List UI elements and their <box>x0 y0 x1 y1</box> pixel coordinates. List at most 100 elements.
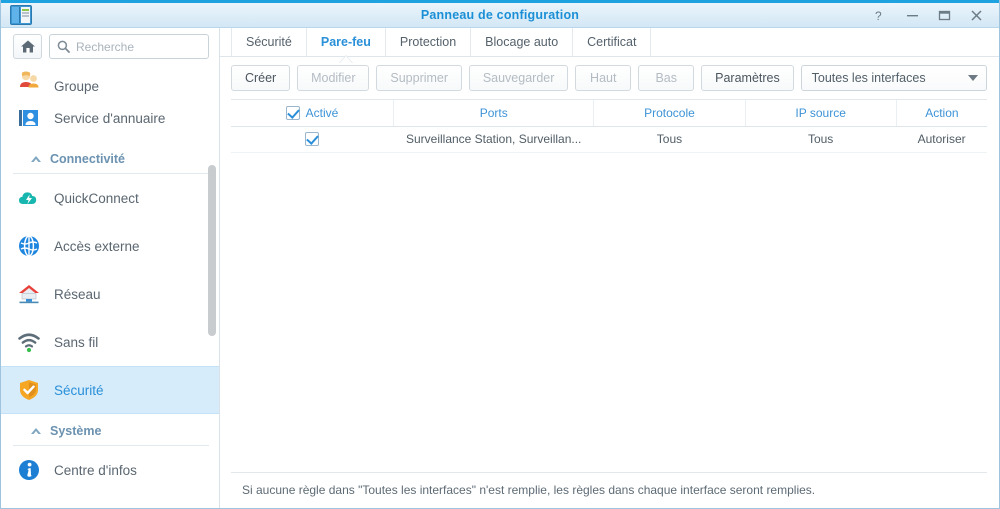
button-label: Bas <box>655 71 678 85</box>
column-header-ports[interactable]: Ports <box>393 100 595 127</box>
search-placeholder: Recherche <box>76 39 135 54</box>
control-panel-icon <box>10 5 32 25</box>
rule-enabled-checkbox[interactable] <box>305 132 320 147</box>
shield-icon <box>17 378 41 402</box>
quickconnect-cloud-icon <box>17 186 41 210</box>
supprimer-button[interactable]: Supprimer <box>376 65 462 91</box>
column-header-label: IP source <box>795 105 846 120</box>
sidebar-item-centre-infos[interactable]: Centre d'infos <box>1 446 219 494</box>
search-input[interactable]: Recherche <box>49 34 209 59</box>
sauvegarder-button[interactable]: Sauvegarder <box>468 65 569 91</box>
window-titlebar: Panneau de configuration ? <box>1 0 999 28</box>
sidebar-scrollbar[interactable] <box>208 83 216 483</box>
main-content: Sécurité Pare-feu Protection Blocage aut… <box>220 28 999 508</box>
sidebar-group-connectivite[interactable]: Connectivité <box>13 142 209 174</box>
maximize-icon[interactable] <box>929 4 959 26</box>
tab-bar: Sécurité Pare-feu Protection Blocage aut… <box>220 28 999 57</box>
sidebar-item-label: Sans fil <box>54 334 99 350</box>
footer-note: Si aucune règle dans "Toutes les interfa… <box>231 472 987 497</box>
sidebar-item-securite[interactable]: Sécurité <box>1 366 219 414</box>
tab-pare-feu[interactable]: Pare-feu <box>307 28 386 56</box>
home-icon[interactable] <box>13 34 42 59</box>
svg-text:?: ? <box>875 9 882 22</box>
globe-icon <box>17 234 41 258</box>
sidebar-item-service-annuaire[interactable]: Service d'annuaire <box>1 94 219 142</box>
interface-select[interactable]: Toutes les interfaces <box>800 65 988 91</box>
window-controls: ? <box>865 4 999 26</box>
cell-enabled[interactable] <box>231 126 394 153</box>
sidebar-item-label: Centre d'infos <box>54 462 137 478</box>
column-header-label: Activé <box>305 105 339 120</box>
chevron-up-icon <box>31 428 41 436</box>
cell-protocol: Tous <box>593 126 746 153</box>
cell-ports: Surveillance Station, Surveillan... <box>393 126 594 153</box>
tab-label: Blocage auto <box>485 35 559 49</box>
close-icon[interactable] <box>961 4 991 26</box>
chevron-up-icon <box>31 156 41 164</box>
button-label: Sauvegarder <box>482 71 555 85</box>
tab-protection[interactable]: Protection <box>386 28 472 56</box>
button-label: Supprimer <box>390 71 449 85</box>
creer-button[interactable]: Créer <box>231 65 291 91</box>
footer-spacer <box>220 497 999 508</box>
sidebar-item-label: Accès externe <box>54 238 140 254</box>
tab-certificat[interactable]: Certificat <box>573 28 652 56</box>
firewall-rules-grid: Activé Ports Protocole IP source Action … <box>231 99 987 472</box>
sidebar-item-quickconnect[interactable]: QuickConnect <box>1 174 219 222</box>
sidebar-item-reseau[interactable]: Réseau <box>1 270 219 318</box>
column-header-action[interactable]: Action <box>896 100 987 127</box>
control-panel-window: Panneau de configuration ? Recherche Gro… <box>0 0 1000 509</box>
info-circle-icon <box>17 458 41 482</box>
column-header-label: Action <box>925 105 959 120</box>
sidebar-search-row: Recherche <box>1 28 219 64</box>
sidebar-item-sans-fil[interactable]: Sans fil <box>1 318 219 366</box>
wifi-icon <box>17 330 41 354</box>
tab-label: Pare-feu <box>320 35 371 49</box>
network-router-icon <box>17 282 41 306</box>
sidebar-nav-scroll: Groupe Service d'annuaire Connectivité Q… <box>1 64 219 508</box>
sidebar-item-label: Réseau <box>54 286 101 302</box>
sidebar-group-systeme[interactable]: Système <box>13 414 209 446</box>
tab-blocage-auto[interactable]: Blocage auto <box>471 28 574 56</box>
column-header-ip-source[interactable]: IP source <box>745 100 897 127</box>
sidebar-item-acces-externe[interactable]: Accès externe <box>1 222 219 270</box>
sidebar-item-style-connexion[interactable]: Style de connexion <box>1 494 219 508</box>
sidebar-item-label: Service d'annuaire <box>54 110 166 126</box>
chevron-down-icon <box>968 75 979 81</box>
select-all-checkbox[interactable] <box>285 105 300 120</box>
table-row[interactable]: Surveillance Station, Surveillan... Tous… <box>231 126 987 153</box>
bas-button[interactable]: Bas <box>638 65 695 91</box>
modifier-button[interactable]: Modifier <box>297 65 370 91</box>
search-icon <box>57 40 70 53</box>
column-header-protocole[interactable]: Protocole <box>593 100 746 127</box>
button-label: Créer <box>244 71 277 85</box>
directory-service-icon <box>17 106 41 130</box>
haut-button[interactable]: Haut <box>575 65 632 91</box>
sidebar-group-label: Système <box>50 424 102 438</box>
tab-label: Certificat <box>587 35 637 49</box>
sidebar-item-label: QuickConnect <box>54 190 139 206</box>
sidebar-scrollbar-thumb[interactable] <box>208 165 216 336</box>
group-users-icon <box>17 70 41 94</box>
sidebar-item-label: Sécurité <box>54 382 104 398</box>
column-header-active[interactable]: Activé <box>231 100 395 127</box>
parametres-button[interactable]: Paramètres <box>701 65 794 91</box>
table-header-row: Activé Ports Protocole IP source Action <box>231 100 987 127</box>
cell-action: Autoriser <box>896 126 987 153</box>
cell-source-ip: Tous <box>745 126 897 153</box>
grid-empty-area <box>231 153 987 473</box>
toolbar: Créer Modifier Supprimer Sauvegarder Hau… <box>220 57 999 99</box>
window-title: Panneau de configuration <box>420 8 580 22</box>
help-icon[interactable]: ? <box>865 4 895 26</box>
sidebar-item-groupe[interactable]: Groupe <box>1 64 219 94</box>
button-label: Modifier <box>311 71 356 85</box>
column-header-label: Ports <box>479 105 508 120</box>
minimize-icon[interactable] <box>897 4 927 26</box>
tab-label: Sécurité <box>246 35 292 49</box>
tab-securite[interactable]: Sécurité <box>231 28 307 56</box>
sidebar-group-label: Connectivité <box>50 152 126 166</box>
firewall-rules-table: Activé Ports Protocole IP source Action … <box>231 100 987 153</box>
button-label: Haut <box>590 71 617 85</box>
tab-label: Protection <box>399 35 457 49</box>
column-header-label: Protocole <box>644 105 695 120</box>
